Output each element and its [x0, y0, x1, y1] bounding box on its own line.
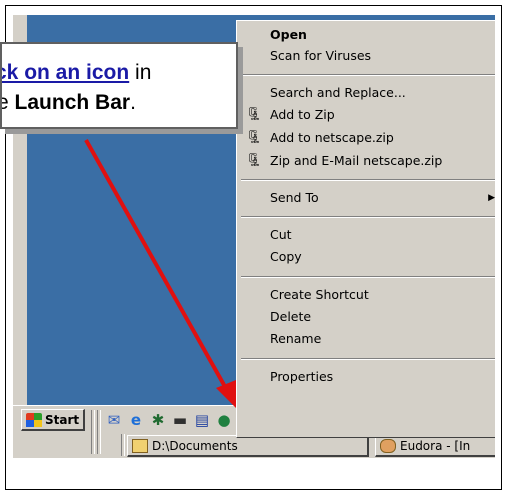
arrow-head — [216, 380, 236, 408]
red-pointer-arrow — [84, 139, 236, 408]
arrow-shaft — [84, 139, 230, 393]
